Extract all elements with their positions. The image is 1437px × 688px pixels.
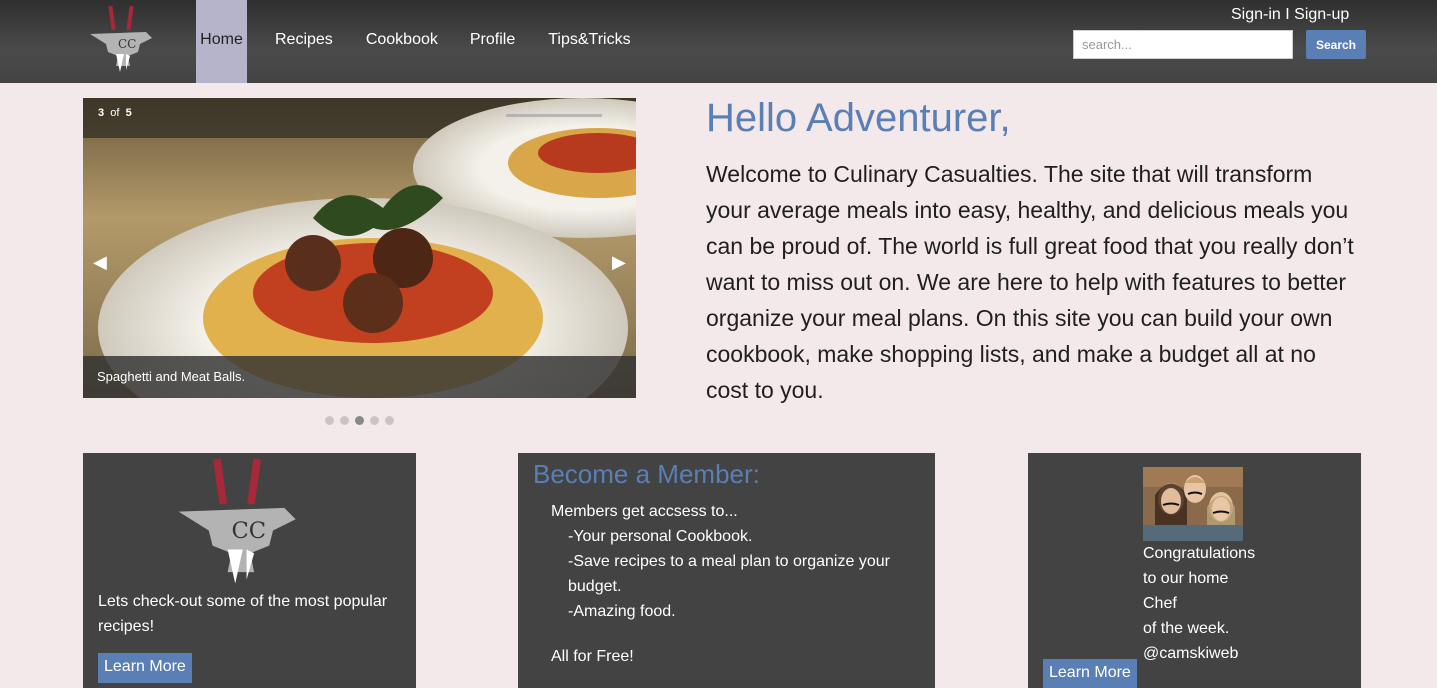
search-input[interactable] xyxy=(1073,30,1293,59)
chef-of-week-card: Congratulations to our home Chef of the … xyxy=(1028,453,1361,688)
image-slideshow: 3 of 5 ◀ ▶ Spaghetti and Meat Balls. xyxy=(83,98,636,398)
nav-profile[interactable]: Profile xyxy=(470,0,515,83)
member-title: Become a Member: xyxy=(533,459,760,489)
nav-recipes[interactable]: Recipes xyxy=(275,0,333,83)
chef-text-line: Chef xyxy=(1143,595,1177,612)
member-free-text: All for Free! xyxy=(551,648,634,665)
learn-more-chef-button[interactable]: Learn More xyxy=(1043,659,1137,688)
site-header: CC Home Recipes Cookbook Profile Tips&Tr… xyxy=(0,0,1437,83)
sign-up-link[interactable]: Sign-up xyxy=(1294,6,1349,23)
slide-counter: 3 of 5 xyxy=(98,107,132,119)
slide-progress-bar xyxy=(506,114,602,117)
nav-tips-tricks[interactable]: Tips&Tricks xyxy=(548,0,630,83)
chef-text-line: Congratulations xyxy=(1143,545,1256,562)
svg-text:CC: CC xyxy=(231,518,266,544)
slide-current: 3 xyxy=(98,107,105,119)
slide-caption: Spaghetti and Meat Balls. xyxy=(83,356,636,398)
chef-photo xyxy=(1143,467,1243,541)
svg-text:CC: CC xyxy=(118,37,136,51)
nav-cookbook[interactable]: Cookbook xyxy=(366,0,438,83)
slide-dots xyxy=(325,416,394,425)
member-benefit-item: -Save recipes to a meal plan to organize… xyxy=(568,553,890,595)
learn-more-recipes-button[interactable]: Learn More xyxy=(98,653,192,683)
slide-dot-1[interactable] xyxy=(325,416,334,425)
become-member-card: Become a Member: Members get accsess to.… xyxy=(518,453,935,688)
member-benefit-item: -Your personal Cookbook. xyxy=(568,528,753,545)
spaghetti-photo xyxy=(83,98,636,398)
chef-text-line: to our home xyxy=(1143,570,1229,587)
slide-dot-4[interactable] xyxy=(370,416,379,425)
chef-text-line: of the week. xyxy=(1143,620,1230,637)
prev-arrow-icon[interactable]: ◀ xyxy=(93,253,107,271)
member-benefit-item: -Amazing food. xyxy=(568,603,676,620)
anvil-knives-logo: CC xyxy=(178,458,296,584)
slide-dot-2[interactable] xyxy=(340,416,349,425)
chef-handle: @camskiweb xyxy=(1143,645,1239,662)
slide-total: 5 xyxy=(125,107,132,119)
slide-dot-3[interactable] xyxy=(355,416,364,425)
member-intro: Members get accsess to... xyxy=(551,503,738,520)
page-title: Hello Adventurer, xyxy=(706,96,1011,140)
main-nav: Home Recipes Cookbook Profile Tips&Trick… xyxy=(196,0,631,83)
popular-recipes-text: Lets check-out some of the most popular … xyxy=(98,593,388,635)
slide-dot-5[interactable] xyxy=(385,416,394,425)
intro-paragraph: Welcome to Culinary Casualties. The site… xyxy=(706,161,1354,403)
chef-of-week-text: Congratulations to our home Chef of the … xyxy=(1143,541,1255,666)
nav-home[interactable]: Home xyxy=(196,0,247,83)
auth-separator: I xyxy=(1280,6,1295,23)
popular-recipes-card: CC Lets check-out some of the most popul… xyxy=(83,453,416,688)
next-arrow-icon[interactable]: ▶ xyxy=(612,253,626,271)
auth-links: Sign-in I Sign-up xyxy=(1231,6,1349,24)
anvil-knives-logo[interactable]: CC xyxy=(86,4,158,76)
sign-in-link[interactable]: Sign-in xyxy=(1231,6,1281,23)
member-benefits: Members get accsess to... -Your personal… xyxy=(551,499,911,669)
search-button[interactable]: Search xyxy=(1306,30,1366,59)
slide-of: of xyxy=(110,107,120,119)
